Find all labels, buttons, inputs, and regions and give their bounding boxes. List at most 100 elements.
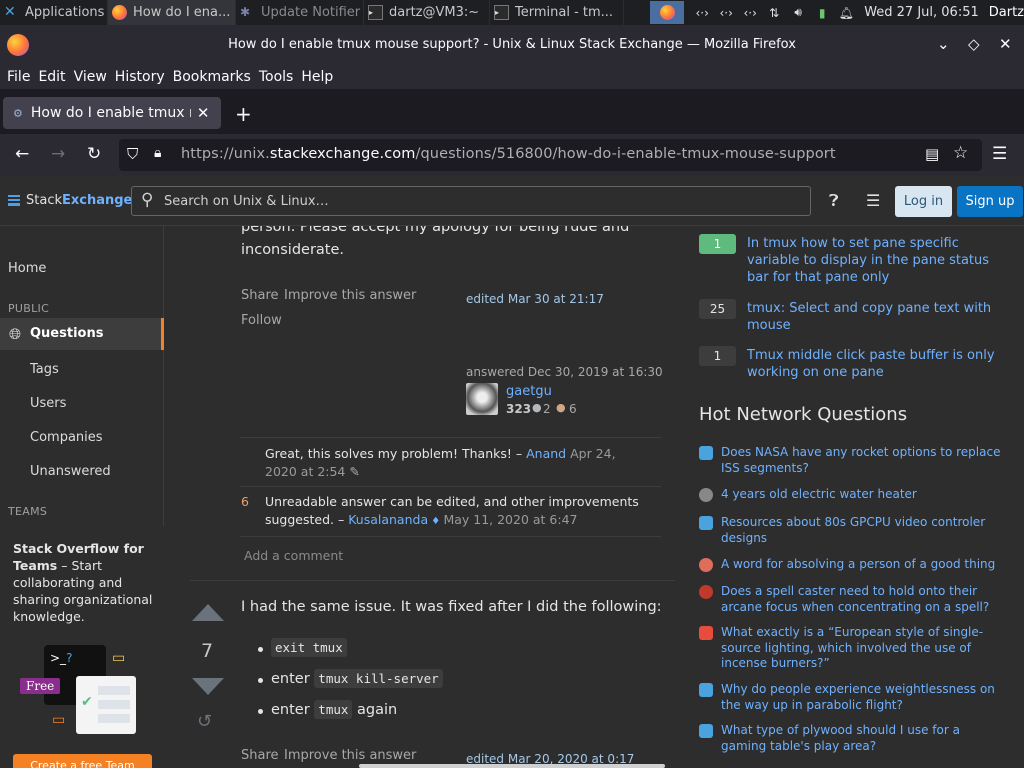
volume-icon[interactable]: 🔊︎ — [786, 5, 810, 20]
firefox-tray-icon[interactable] — [650, 1, 685, 24]
bookmark-star-icon[interactable]: ☆ — [953, 143, 968, 163]
related-question[interactable]: 1 Tmux middle click paste buffer is only… — [699, 346, 1019, 386]
menu-tools[interactable]: Tools — [259, 69, 294, 85]
minimize-icon[interactable]: ⌄ — [937, 35, 950, 53]
upvote-icon[interactable] — [192, 604, 224, 621]
logo-text-stack: Stack — [26, 193, 62, 208]
network-icon[interactable]: ‹·› — [714, 6, 738, 20]
comment-user-link[interactable]: Kusalananda — [348, 512, 428, 527]
task-firefox[interactable]: How do I ena... — [108, 0, 236, 25]
notification-bell-icon[interactable]: 🔔︎ — [834, 6, 858, 20]
share-link[interactable]: Share — [241, 288, 279, 303]
related-link[interactable]: tmux: Select and copy pane text with mou… — [747, 300, 1007, 334]
related-link[interactable]: In tmux how to set pane specific variabl… — [747, 235, 1007, 286]
hnq-link[interactable]: What exactly is a “European style of sin… — [721, 625, 1001, 672]
hnq-link[interactable]: What type of plywood should I use for a … — [721, 723, 1001, 754]
globe-icon: 🌐︎ — [9, 325, 22, 343]
site-search-input[interactable]: ⚲ Search on Unix & Linux… — [131, 186, 811, 216]
nav-tags[interactable]: Tags — [30, 362, 59, 377]
forward-icon[interactable]: → — [51, 144, 65, 164]
stackexchange-logo-icon — [8, 195, 20, 206]
sign-up-button[interactable]: Sign up — [957, 186, 1023, 217]
share-link[interactable]: Share — [241, 748, 279, 763]
logo-text-exchange: Exchange — [62, 193, 133, 208]
navigation-bar: ← → ↻ ⛉ 🔒︎ https://unix.stackexchange.co… — [0, 134, 1024, 176]
hnq-link[interactable]: Why do people experience weightlessness … — [721, 682, 1001, 713]
improve-answer-link[interactable]: Improve this answer — [284, 748, 416, 763]
comment-date[interactable]: May 11, 2020 at 6:47 — [443, 512, 577, 527]
hnq-link[interactable]: Does NASA have any rocket options to rep… — [721, 445, 1001, 476]
hnq-link[interactable]: A word for absolving a person of a good … — [721, 557, 1001, 573]
reload-icon[interactable]: ↻ — [87, 144, 101, 164]
add-comment-link[interactable]: Add a comment — [244, 548, 343, 563]
url-bar[interactable]: ⛉ 🔒︎ https://unix.stackexchange.com/ques… — [119, 139, 982, 171]
horizontal-scrollbar[interactable] — [359, 764, 665, 768]
edited-link[interactable]: edited Mar 30 at 21:17 — [466, 292, 604, 306]
history-icon[interactable]: ↺ — [197, 711, 212, 732]
checklist-illustration-icon: ✔ — [76, 676, 136, 734]
related-question[interactable]: 25 tmux: Select and copy pane text with … — [699, 299, 1019, 339]
comment-user-link[interactable]: Anand — [526, 446, 566, 461]
site-switcher-icon[interactable]: ☰ — [866, 191, 880, 210]
tab-tmux-question[interactable]: ⚙ How do I enable tmux mouse support? ✕ — [3, 97, 221, 129]
avatar[interactable] — [466, 383, 498, 415]
nav-questions[interactable]: 🌐︎ Questions — [0, 318, 164, 350]
related-question[interactable]: 1 In tmux how to set pane specific varia… — [699, 234, 1019, 294]
task-update-notifier[interactable]: ✱ Update Notifier — [236, 0, 364, 25]
clock[interactable]: Wed 27 Jul, 06:51 — [864, 5, 979, 20]
user-menu[interactable]: Dartz — [989, 5, 1024, 20]
answer-text: person. Please accept my apology for bei… — [241, 226, 630, 235]
close-icon[interactable]: ✕ — [999, 35, 1012, 53]
shield-icon[interactable]: ⛉ — [127, 145, 138, 163]
divider — [240, 437, 661, 438]
site-header: Stack Exchange ⚲ Search on Unix & Linux… … — [0, 176, 1024, 226]
nav-unanswered[interactable]: Unanswered — [30, 464, 111, 479]
english-site-icon — [699, 558, 713, 572]
network-icon[interactable]: ‹·› — [738, 6, 762, 20]
hnq-link[interactable]: Resources about 80s GPCPU video controle… — [721, 515, 1001, 546]
system-panel: ✕ Applications ☰ How do I ena... ✱ Updat… — [0, 0, 1024, 25]
task-terminal-tmux[interactable]: ▸ Terminal - tm... — [490, 0, 624, 25]
help-icon[interactable]: ❓︎ — [829, 191, 839, 211]
create-team-button[interactable]: Create a free Team — [13, 754, 152, 768]
network-icon[interactable]: ‹·› — [690, 6, 714, 20]
transfer-icon[interactable]: ⇅ — [762, 6, 786, 20]
menu-help[interactable]: Help — [301, 69, 333, 85]
user-link[interactable]: gaetgu — [506, 384, 552, 399]
update-icon: ✱ — [240, 5, 251, 19]
applications-menu[interactable]: ✕ Applications ☰ — [0, 0, 108, 25]
lock-icon[interactable]: 🔒︎ — [154, 145, 161, 161]
menu-bookmarks[interactable]: Bookmarks — [173, 69, 251, 85]
nav-users[interactable]: Users — [30, 396, 66, 411]
nav-home[interactable]: Home — [8, 261, 46, 276]
right-sidebar: 1 In tmux how to set pane specific varia… — [685, 226, 1024, 768]
related-score: 25 — [699, 299, 736, 319]
follow-link[interactable]: Follow — [241, 313, 282, 328]
menu-history[interactable]: History — [115, 69, 165, 85]
menu-file[interactable]: File — [7, 69, 30, 85]
rpg-site-icon — [699, 724, 713, 738]
hnq-link[interactable]: 4 years old electric water heater — [721, 487, 1001, 503]
maximize-icon[interactable]: ◇ — [968, 35, 980, 53]
hnq-link[interactable]: Does a spell caster need to hold onto th… — [721, 584, 1001, 615]
nav-companies[interactable]: Companies — [30, 430, 103, 445]
stackexchange-logo[interactable]: Stack Exchange — [8, 193, 132, 208]
new-tab-icon[interactable]: + — [235, 102, 252, 126]
downvote-icon[interactable] — [192, 678, 224, 695]
answer-list-item: enter tmux again — [271, 699, 397, 721]
improve-answer-link[interactable]: Improve this answer — [284, 288, 416, 303]
related-link[interactable]: Tmux middle click paste buffer is only w… — [747, 347, 1007, 381]
hamburger-menu-icon[interactable]: ☰ — [992, 144, 1007, 164]
pencil-icon[interactable]: ✎ — [349, 464, 359, 479]
close-tab-icon[interactable]: ✕ — [197, 104, 210, 122]
url-text[interactable]: https://unix.stackexchange.com/questions… — [181, 146, 836, 162]
task-terminal-dartz[interactable]: ▸ dartz@VM3:~ — [364, 0, 490, 25]
back-icon[interactable]: ← — [15, 144, 29, 164]
firefox-icon — [112, 5, 127, 20]
battery-icon[interactable]: ▮ — [810, 6, 834, 20]
reader-view-icon[interactable]: ▤ — [925, 145, 939, 163]
log-in-button[interactable]: Log in — [895, 186, 952, 217]
menu-view[interactable]: View — [74, 69, 107, 85]
search-placeholder: Search on Unix & Linux… — [164, 194, 329, 209]
menu-edit[interactable]: Edit — [38, 69, 65, 85]
